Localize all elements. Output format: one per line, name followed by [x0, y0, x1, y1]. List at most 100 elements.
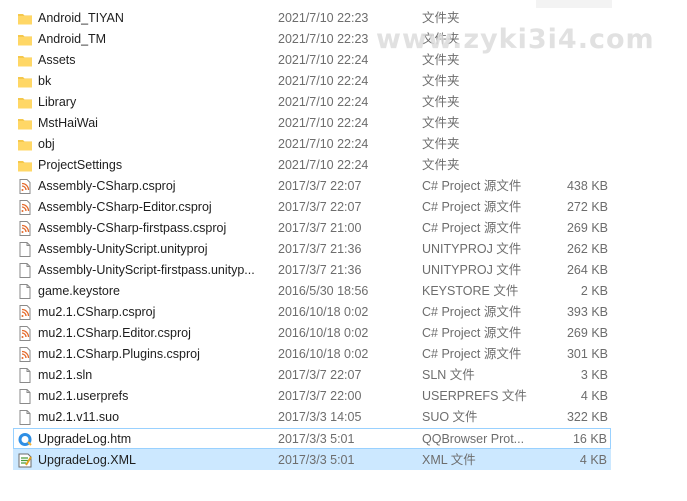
- folder-icon: [17, 74, 33, 89]
- blank-file-icon: [17, 368, 33, 383]
- file-name: MstHaiWai: [38, 116, 98, 130]
- file-date: 2017/3/3 14:05: [278, 410, 362, 424]
- folder-icon: [17, 116, 33, 131]
- file-name: Assembly-CSharp-Editor.csproj: [38, 200, 212, 214]
- file-type: C# Project 源文件: [422, 200, 522, 214]
- file-name: mu2.1.CSharp.csproj: [38, 305, 156, 319]
- file-name: Assembly-UnityScript.unityproj: [38, 242, 208, 256]
- file-name: Android_TIYAN: [38, 11, 124, 25]
- file-row[interactable]: Assembly-UnityScript-firstpass.unityp...…: [0, 260, 687, 281]
- file-row-selected[interactable]: UpgradeLog.XML 2017/3/3 5:01 XML 文件 4 KB: [13, 449, 611, 470]
- file-date: 2021/7/10 22:24: [278, 137, 369, 151]
- file-row[interactable]: bk 2021/7/10 22:24 文件夹: [0, 71, 687, 92]
- file-size: 322 KB: [566, 410, 608, 424]
- file-date: 2021/7/10 22:23: [278, 11, 369, 25]
- file-date: 2021/7/10 22:24: [278, 116, 369, 130]
- folder-icon: [17, 158, 33, 173]
- file-list: Android_TIYAN 2021/7/10 22:23 文件夹 Androi…: [0, 8, 687, 470]
- file-name: obj: [38, 137, 55, 151]
- file-size: 4 KB: [579, 453, 607, 467]
- file-date: 2021/7/10 22:23: [278, 32, 369, 46]
- file-row[interactable]: game.keystore 2016/5/30 18:56 KEYSTORE 文…: [0, 281, 687, 302]
- file-type: USERPREFS 文件: [422, 389, 527, 403]
- file-name: mu2.1.CSharp.Editor.csproj: [38, 326, 191, 340]
- file-date: 2021/7/10 22:24: [278, 158, 369, 172]
- file-row[interactable]: Android_TM 2021/7/10 22:23 文件夹: [0, 29, 687, 50]
- folder-icon: [17, 32, 33, 47]
- file-row[interactable]: mu2.1.sln 2017/3/7 22:07 SLN 文件 3 KB: [0, 365, 687, 386]
- file-name: mu2.1.CSharp.Plugins.csproj: [38, 347, 200, 361]
- file-type: UNITYPROJ 文件: [422, 242, 522, 256]
- file-name: mu2.1.sln: [38, 368, 93, 382]
- file-type: 文件夹: [422, 158, 460, 172]
- file-date: 2021/7/10 22:24: [278, 53, 369, 67]
- file-size: 269 KB: [566, 221, 608, 235]
- file-type: SUO 文件: [422, 410, 478, 424]
- folder-icon: [17, 53, 33, 68]
- file-name: mu2.1.userprefs: [38, 389, 129, 403]
- file-size: 4 KB: [580, 389, 608, 403]
- file-type: 文件夹: [422, 137, 460, 151]
- file-date: 2021/7/10 22:24: [278, 74, 369, 88]
- file-name: Assembly-CSharp-firstpass.csproj: [38, 221, 227, 235]
- file-row[interactable]: Assembly-UnityScript.unityproj 2017/3/7 …: [0, 239, 687, 260]
- file-type: C# Project 源文件: [422, 221, 522, 235]
- file-row[interactable]: mu2.1.CSharp.Editor.csproj 2016/10/18 0:…: [0, 323, 687, 344]
- file-date: 2016/10/18 0:02: [278, 326, 369, 340]
- csproj-file-icon: [17, 347, 33, 362]
- file-type: XML 文件: [422, 453, 476, 467]
- file-type: 文件夹: [422, 32, 460, 46]
- file-row[interactable]: obj 2021/7/10 22:24 文件夹: [0, 134, 687, 155]
- file-name: ProjectSettings: [38, 158, 123, 172]
- file-size: 16 KB: [572, 432, 607, 446]
- file-row[interactable]: Assembly-CSharp.csproj 2017/3/7 22:07 C#…: [0, 176, 687, 197]
- file-date: 2017/3/7 22:07: [278, 368, 362, 382]
- file-date: 2021/7/10 22:24: [278, 95, 369, 109]
- file-date: 2016/10/18 0:02: [278, 347, 369, 361]
- file-date: 2017/3/3 5:01: [278, 453, 355, 467]
- file-date: 2017/3/7 21:00: [278, 221, 362, 235]
- file-date: 2016/5/30 18:56: [278, 284, 369, 298]
- file-date: 2017/3/7 22:07: [278, 200, 362, 214]
- file-type: 文件夹: [422, 95, 460, 109]
- file-type: 文件夹: [422, 11, 460, 25]
- file-type: C# Project 源文件: [422, 347, 522, 361]
- blank-file-icon: [17, 263, 33, 278]
- file-row[interactable]: Assembly-CSharp-firstpass.csproj 2017/3/…: [0, 218, 687, 239]
- file-row-focused[interactable]: UpgradeLog.htm 2017/3/3 5:01 QQBrowser P…: [13, 428, 611, 449]
- csproj-file-icon: [17, 200, 33, 215]
- file-row[interactable]: MstHaiWai 2021/7/10 22:24 文件夹: [0, 113, 687, 134]
- blank-file-icon: [17, 284, 33, 299]
- file-type: C# Project 源文件: [422, 179, 522, 193]
- csproj-file-icon: [17, 326, 33, 341]
- file-name: Assembly-CSharp.csproj: [38, 179, 176, 193]
- folder-icon: [17, 11, 33, 26]
- file-date: 2017/3/7 21:36: [278, 263, 362, 277]
- csproj-file-icon: [17, 221, 33, 236]
- file-row[interactable]: Assembly-CSharp-Editor.csproj 2017/3/7 2…: [0, 197, 687, 218]
- file-row[interactable]: mu2.1.userprefs 2017/3/7 22:00 USERPREFS…: [0, 386, 687, 407]
- file-date: 2016/10/18 0:02: [278, 305, 369, 319]
- column-header-fragment: [536, 0, 612, 8]
- file-row[interactable]: Library 2021/7/10 22:24 文件夹: [0, 92, 687, 113]
- file-row[interactable]: mu2.1.CSharp.csproj 2016/10/18 0:02 C# P…: [0, 302, 687, 323]
- file-name: Assembly-UnityScript-firstpass.unityp...: [38, 263, 255, 277]
- file-row[interactable]: ProjectSettings 2021/7/10 22:24 文件夹: [0, 155, 687, 176]
- file-row[interactable]: mu2.1.CSharp.Plugins.csproj 2016/10/18 0…: [0, 344, 687, 365]
- file-type: KEYSTORE 文件: [422, 284, 519, 298]
- file-row[interactable]: mu2.1.v11.suo 2017/3/3 14:05 SUO 文件 322 …: [0, 407, 687, 428]
- file-name: mu2.1.v11.suo: [38, 410, 120, 424]
- file-name: Assets: [38, 53, 76, 67]
- file-row[interactable]: Assets 2021/7/10 22:24 文件夹: [0, 50, 687, 71]
- file-row[interactable]: Android_TIYAN 2021/7/10 22:23 文件夹: [0, 8, 687, 29]
- file-type: 文件夹: [422, 53, 460, 67]
- file-size: 301 KB: [566, 347, 608, 361]
- csproj-file-icon: [17, 179, 33, 194]
- file-date: 2017/3/7 22:07: [278, 179, 362, 193]
- blank-file-icon: [17, 410, 33, 425]
- file-type: 文件夹: [422, 116, 460, 130]
- folder-icon: [17, 137, 33, 152]
- file-date: 2017/3/7 22:00: [278, 389, 362, 403]
- file-size: 272 KB: [566, 200, 608, 214]
- file-size: 438 KB: [566, 179, 608, 193]
